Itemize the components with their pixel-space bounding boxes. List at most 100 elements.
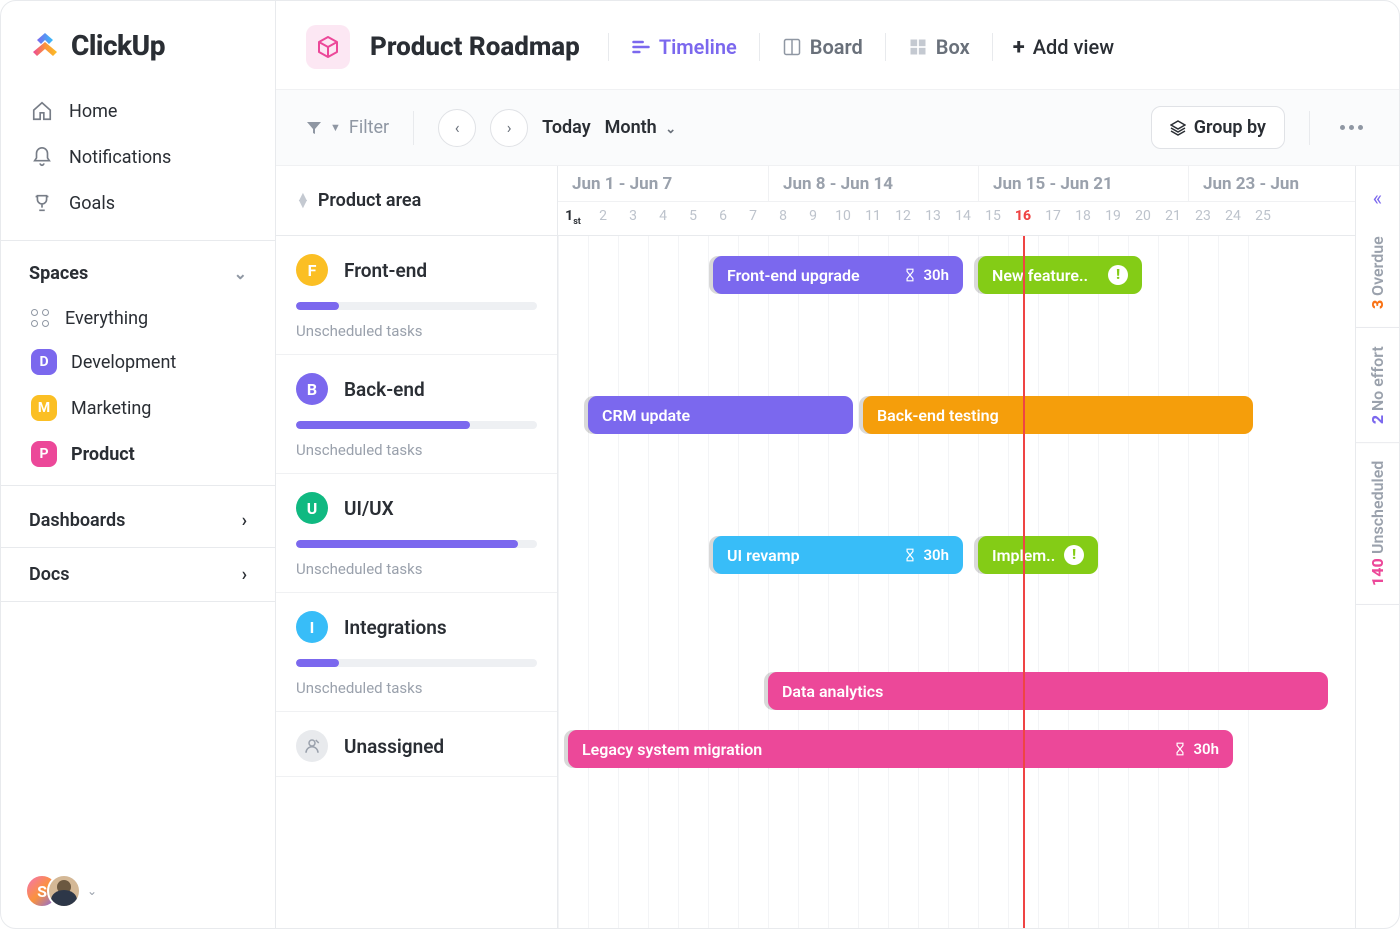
trophy-icon [31,192,53,214]
progress-bar [296,540,537,548]
plus-icon: + [1013,35,1025,60]
task-bar[interactable]: Legacy system migration30h [568,730,1233,768]
unscheduled-label: Unscheduled tasks [296,679,537,697]
double-chevron-left-icon: « [1373,186,1382,210]
task-hours: 30h [903,546,949,564]
day-header: 18 [1068,202,1098,235]
space-label: Development [71,352,176,373]
week-header: Jun 23 - Jun [1188,166,1348,201]
rail-overdue[interactable]: 3 Overdue [1356,218,1399,328]
space-everything[interactable]: Everything [1,298,275,339]
view-tab-timeline[interactable]: Timeline [629,31,739,63]
timeline-row-unassigned[interactable]: Unassigned [276,712,557,777]
spaces-header-label: Spaces [29,263,88,284]
timeline-row[interactable]: I Integrations Unscheduled tasks [276,593,557,712]
more-menu-button[interactable] [1334,119,1369,136]
row-badge: U [296,492,328,524]
task-label: Legacy system migration [582,740,762,759]
filter-button[interactable]: ▼ Filter [306,117,389,138]
brand-logo[interactable]: ClickUp [1,1,275,82]
nav-home[interactable]: Home [1,88,275,134]
filter-label: Filter [349,117,389,138]
day-header: 13 [918,202,948,235]
today-button[interactable]: Today [542,117,591,138]
task-label: Data analytics [782,682,883,701]
prev-button[interactable]: ‹ [438,109,476,147]
task-label: Front-end upgrade [727,266,860,285]
day-header: 23 [1188,202,1218,235]
space-badge: M [31,395,57,421]
day-header: 2 [588,202,618,235]
group-by-label: Group by [1194,117,1266,138]
nav-goals[interactable]: Goals [1,180,275,226]
column-header[interactable]: ▲▼ Product area [276,166,557,236]
hourglass-icon [1173,742,1187,756]
group-by-button[interactable]: Group by [1151,106,1285,149]
task-bar[interactable]: New feature..! [978,256,1142,294]
task-bar[interactable]: Implem..! [978,536,1098,574]
day-header: 9 [798,202,828,235]
task-label: Back-end testing [877,406,999,425]
task-bar[interactable]: CRM update [588,396,853,434]
topbar: Product Roadmap Timeline Board Box + Add… [276,1,1399,90]
day-header: 8 [768,202,798,235]
timeline-icon [631,37,651,57]
nav-goals-label: Goals [69,193,115,214]
main-content: Product Roadmap Timeline Board Box + Add… [276,1,1399,928]
view-tab-board[interactable]: Board [780,31,865,63]
task-bar[interactable]: Back-end testing [863,396,1253,434]
row-title: Front-end [344,259,427,282]
day-header: 6 [708,202,738,235]
progress-bar [296,659,537,667]
space-product[interactable]: P Product [1,431,275,477]
right-rail: « 3 Overdue 2 No effort 140 Unscheduled [1355,166,1399,928]
timeline-row[interactable]: U UI/UX Unscheduled tasks [276,474,557,593]
nav-docs[interactable]: Docs › [1,548,275,601]
clickup-logo-icon [29,30,61,62]
task-bar[interactable]: Data analytics [768,672,1328,710]
task-bar[interactable]: Front-end upgrade30h [713,256,963,294]
space-development[interactable]: D Development [1,339,275,385]
chevron-down-icon: ▼ [330,121,341,134]
today-indicator [1023,236,1025,928]
day-header: 11 [858,202,888,235]
day-header: 24 [1218,202,1248,235]
nav-docs-label: Docs [29,564,70,585]
row-title: Back-end [344,378,425,401]
spaces-header[interactable]: Spaces ⌄ [1,249,275,298]
view-tab-label: Timeline [659,35,737,59]
day-header: 4 [648,202,678,235]
view-tab-label: Box [936,35,970,59]
range-selector[interactable]: Month ⌄ [605,117,676,138]
timeline-grid[interactable]: Jun 1 - Jun 7Jun 8 - Jun 14Jun 15 - Jun … [558,166,1355,928]
rail-no-effort[interactable]: 2 No effort [1356,328,1399,443]
everything-icon [31,309,51,329]
timeline-row[interactable]: F Front-end Unscheduled tasks [276,236,557,355]
chevron-down-icon: ⌄ [234,264,247,283]
nav-dashboards[interactable]: Dashboards › [1,494,275,547]
space-marketing[interactable]: M Marketing [1,385,275,431]
collapse-rail-button[interactable]: « [1365,178,1390,218]
hourglass-icon [903,268,917,282]
user-avatar-photo [47,874,81,908]
task-label: New feature.. [992,266,1088,285]
nav-notifications[interactable]: Notifications [1,134,275,180]
next-button[interactable]: › [490,109,528,147]
nav-dashboards-label: Dashboards [29,510,125,531]
task-bar[interactable]: UI revamp30h [713,536,963,574]
timeline-row[interactable]: B Back-end Unscheduled tasks [276,355,557,474]
day-header: 5 [678,202,708,235]
page-icon [306,25,350,69]
rail-unscheduled[interactable]: 140 Unscheduled [1356,443,1399,605]
day-header: 15 [978,202,1008,235]
row-title: Integrations [344,616,447,639]
user-menu[interactable]: S ⌄ [1,854,275,928]
row-badge: I [296,611,328,643]
add-view-button[interactable]: + Add view [1013,35,1114,60]
view-tab-box[interactable]: Box [906,31,972,63]
chevron-right-icon: › [242,510,247,531]
column-header-label: Product area [318,190,421,211]
timeline-left-column: ▲▼ Product area F Front-end Unscheduled … [276,166,558,928]
view-tab-label: Board [810,35,863,59]
task-label: CRM update [602,406,690,425]
